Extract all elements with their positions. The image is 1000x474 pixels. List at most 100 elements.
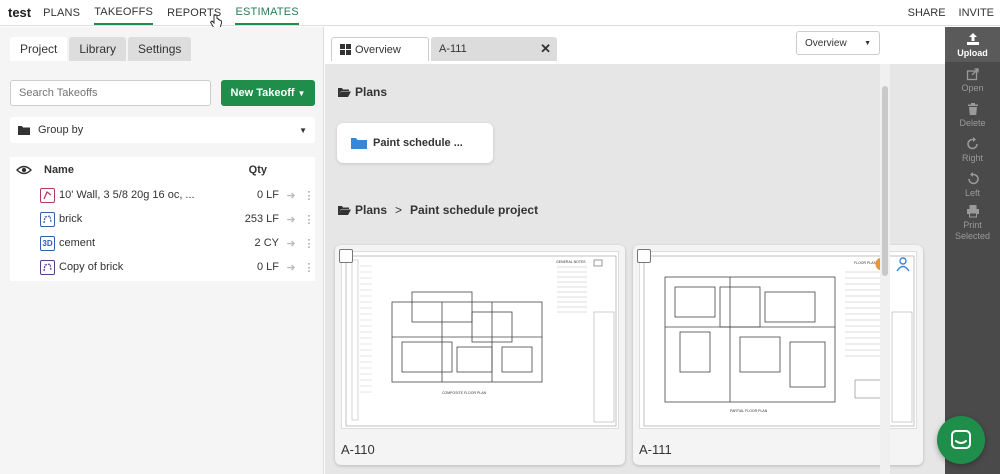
breadcrumb-current: Paint schedule project [410, 203, 539, 217]
takeoff-name: 10' Wall, 3 5/8 20g 16 oc, ... [59, 189, 195, 201]
sheet-thumbnail: GENERAL NOTES COMPOSITE FLOOR PLAN [341, 251, 619, 429]
view-select-value: Overview [805, 37, 847, 49]
linear-takeoff-icon [40, 259, 55, 275]
rotate-left-label: Left [964, 187, 980, 198]
caret-down-icon: ▼ [297, 88, 306, 98]
folder-icon [351, 138, 367, 149]
linear-takeoff-icon [40, 187, 55, 203]
folder-name: Paint schedule ... [373, 137, 463, 149]
drawing-notes-title: GENERAL NOTES [556, 260, 586, 264]
rotate-left-icon [967, 171, 979, 184]
takeoff-list: Name Qty 10' Wall, 3 5/8 20g 16 oc, ... … [10, 157, 315, 281]
breadcrumb-plans[interactable]: Plans [355, 203, 387, 217]
print-selected-label: Print Selected [954, 220, 991, 241]
takeoff-row[interactable]: brick 253 LF ➜ ⋮ [10, 207, 315, 231]
folder-open-icon [338, 88, 351, 97]
rotate-left-button[interactable]: Left [945, 167, 1000, 202]
volume-takeoff-icon: 3D [40, 235, 55, 251]
caret-down-icon: ▼ [864, 39, 871, 47]
takeoff-name: cement [59, 237, 96, 249]
open-label: Open [961, 82, 984, 93]
plans-section-title: Plans [338, 85, 387, 99]
takeoff-name: brick [59, 213, 83, 225]
user-avatar-icon [896, 257, 910, 272]
plan-sheet-card[interactable]: GENERAL NOTES COMPOSITE FLOOR PLAN A-110 [335, 245, 625, 465]
breadcrumb-separator: > [395, 203, 403, 217]
takeoff-row[interactable]: 10' Wall, 3 5/8 20g 16 oc, ... 0 LF ➜ ⋮ [10, 183, 315, 207]
sheet-label: A-111 [639, 442, 672, 457]
floor-plan-drawing: GENERAL NOTES COMPOSITE FLOOR PLAN [345, 255, 617, 427]
top-right-actions: SHARE INVITE [895, 0, 994, 26]
breadcrumb: Plans > Paint schedule project [338, 203, 538, 217]
column-header-name[interactable]: Name [44, 164, 219, 176]
nav-plans[interactable]: PLANS [43, 1, 80, 24]
takeoff-row[interactable]: Copy of brick 0 LF ➜ ⋮ [10, 255, 315, 279]
drawing-title: PARTIAL FLOOR PLAN [730, 409, 768, 413]
open-button[interactable]: Open [945, 62, 1000, 97]
kebab-menu-icon[interactable]: ⋮ [303, 213, 315, 226]
nav-takeoffs[interactable]: TAKEOFFS [94, 0, 154, 25]
chat-launcher-button[interactable] [937, 416, 985, 464]
project-title[interactable]: test [8, 5, 31, 20]
takeoff-panel: Project Library Settings New Takeoff ▼ G… [0, 27, 324, 474]
print-selected-button[interactable]: Print Selected [945, 202, 1000, 244]
takeoff-qty: 2 CY [254, 237, 279, 249]
tab-a-111[interactable]: A-111 ✕ [431, 37, 557, 61]
close-icon[interactable]: ✕ [540, 41, 551, 57]
top-nav: test PLANS TAKEOFFS REPORTS ESTIMATES SH… [0, 0, 1000, 29]
linear-takeoff-icon [40, 211, 55, 227]
arrow-right-icon[interactable]: ➜ [279, 213, 303, 226]
vertical-scrollbar[interactable] [880, 64, 890, 474]
upload-button[interactable]: Upload [945, 27, 1000, 62]
plans-label: Plans [355, 85, 388, 99]
rotate-right-button[interactable]: Right [945, 132, 1000, 167]
grid-icon [340, 44, 351, 55]
select-checkbox[interactable] [339, 249, 353, 263]
tab-library[interactable]: Library [69, 37, 127, 61]
share-button[interactable]: SHARE [908, 7, 946, 19]
upload-icon [966, 32, 979, 45]
trash-icon [967, 102, 978, 115]
sheet-thumbnail: FLOOR PLAN PARTIAL FLOOR PLAN [639, 251, 917, 429]
arrow-right-icon[interactable]: ➜ [279, 261, 303, 274]
print-icon [966, 205, 979, 218]
caret-down-icon: ▼ [299, 125, 307, 135]
delete-button[interactable]: Delete [945, 97, 1000, 132]
search-takeoffs-input[interactable] [10, 80, 211, 106]
tab-overview[interactable]: Overview [331, 37, 429, 61]
group-by-dropdown[interactable]: Group by ▼ [10, 117, 315, 143]
kebab-menu-icon[interactable]: ⋮ [303, 261, 315, 274]
takeoff-row[interactable]: 3D cement 2 CY ➜ ⋮ [10, 231, 315, 255]
tab-settings[interactable]: Settings [128, 37, 192, 61]
new-takeoff-button[interactable]: New Takeoff ▼ [221, 80, 315, 106]
tool-rail: Upload Open Delete Right Left Print Sele… [945, 27, 1000, 474]
plans-overview: Overview A-111 ✕ Overview ▼ Plans Paint … [325, 27, 945, 474]
open-icon [966, 67, 979, 80]
floor-plan-drawing: FLOOR PLAN PARTIAL FLOOR PLAN [643, 255, 915, 427]
tab-a-111-label: A-111 [439, 43, 467, 55]
view-select[interactable]: Overview ▼ [796, 31, 880, 55]
invite-button[interactable]: INVITE [959, 7, 994, 19]
kebab-menu-icon[interactable]: ⋮ [303, 237, 315, 250]
arrow-right-icon[interactable]: ➜ [279, 237, 303, 250]
tab-overview-label: Overview [355, 43, 401, 56]
takeoff-list-header: Name Qty [10, 157, 315, 183]
takeoff-qty: 0 LF [256, 261, 279, 273]
select-checkbox[interactable] [637, 249, 651, 263]
kebab-menu-icon[interactable]: ⋮ [303, 189, 315, 202]
new-takeoff-label: New Takeoff [230, 87, 295, 99]
drawing-title: COMPOSITE FLOOR PLAN [442, 391, 487, 395]
sheet-label: A-110 [341, 442, 375, 457]
eye-icon[interactable] [16, 165, 32, 175]
delete-label: Delete [959, 117, 986, 128]
arrow-right-icon[interactable]: ➜ [279, 189, 303, 202]
tab-project[interactable]: Project [10, 37, 68, 61]
takeoff-qty: 253 LF [244, 213, 279, 225]
folder-open-icon [338, 206, 351, 215]
column-header-qty[interactable]: Qty [219, 164, 267, 176]
chat-icon [951, 430, 971, 449]
scrollbar-thumb[interactable] [882, 86, 888, 276]
folder-card[interactable]: Paint schedule ... [337, 123, 493, 163]
rotate-right-label: Right [961, 152, 983, 163]
nav-estimates[interactable]: ESTIMATES [235, 0, 299, 25]
